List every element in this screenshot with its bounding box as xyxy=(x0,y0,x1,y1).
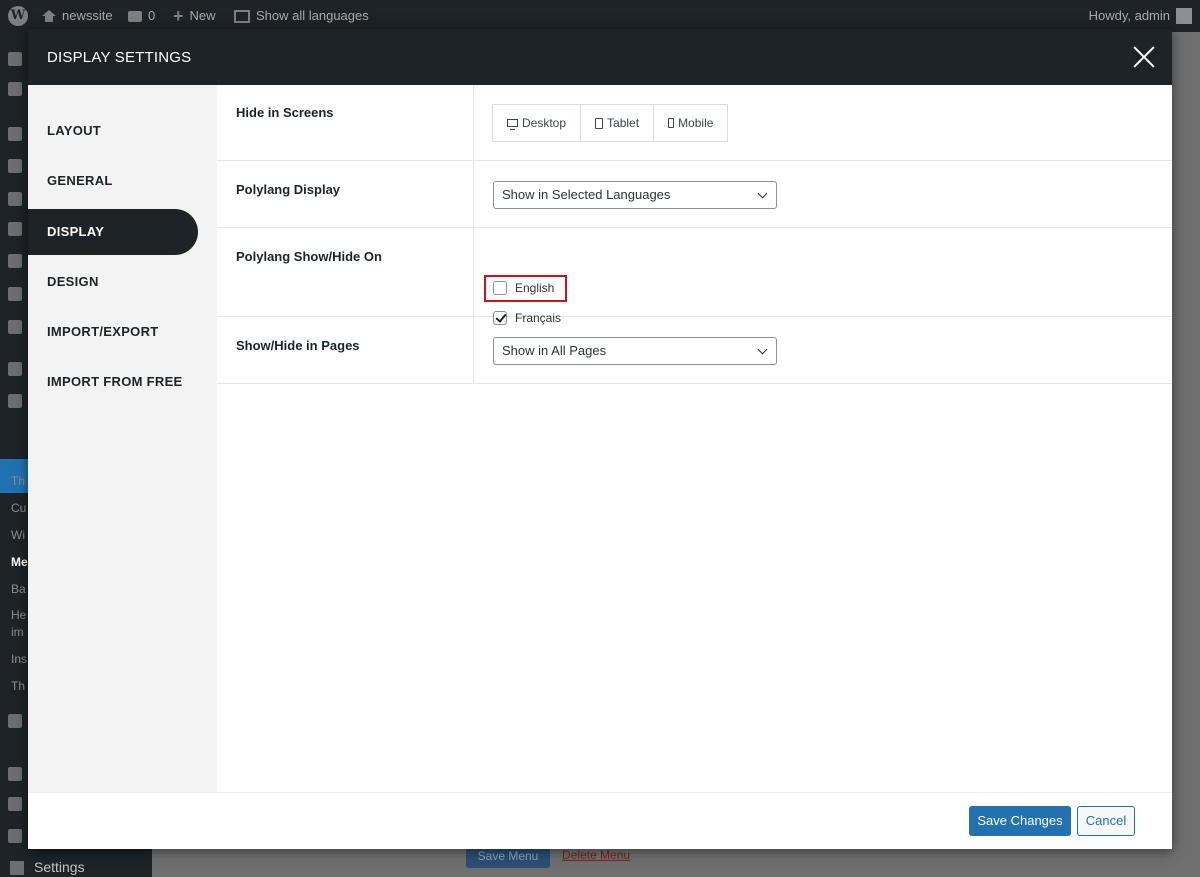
account-menu[interactable]: Howdy, admin xyxy=(1089,0,1192,32)
new-content-link[interactable]: + New xyxy=(173,0,216,32)
modal-sidebar-nav: LAYOUT GENERAL DISPLAY DESIGN IMPORT/EXP… xyxy=(28,85,217,792)
sidebar-item-settings[interactable]: Settings xyxy=(34,859,85,875)
modal-header: DISPLAY SETTINGS xyxy=(28,29,1172,85)
polylang-show-hide-label: Polylang Show/Hide On xyxy=(236,249,382,264)
sidebar-item-install[interactable]: Ins xyxy=(11,652,27,666)
translation-icon xyxy=(234,9,250,23)
chevron-down-icon xyxy=(757,188,768,199)
media-icon[interactable] xyxy=(8,222,22,236)
grid-icon[interactable] xyxy=(8,192,22,206)
desktop-icon xyxy=(507,119,518,130)
comments-link[interactable]: 0 xyxy=(128,0,155,32)
sidebar-item-themes[interactable]: Th xyxy=(11,474,25,488)
show-hide-pages-select[interactable]: Show in All Pages xyxy=(493,337,777,365)
hide-in-screens-row: Hide in Screens Desktop Tablet Mobile xyxy=(217,85,1172,161)
forms-icon[interactable] xyxy=(8,320,22,334)
wordpress-logo-icon[interactable]: W xyxy=(8,0,28,32)
mobile-icon xyxy=(668,118,675,128)
modal-footer: Save Changes Cancel xyxy=(28,792,1172,849)
users-icon[interactable] xyxy=(8,797,22,811)
show-hide-pages-row: Show/Hide in Pages Show in All Pages xyxy=(217,317,1172,384)
polylang-show-hide-row: Polylang Show/Hide On xyxy=(217,228,1172,317)
tab-import-from-free[interactable]: IMPORT FROM FREE xyxy=(28,359,198,405)
globe-icon[interactable] xyxy=(8,362,22,376)
home-icon xyxy=(42,10,56,22)
comment-bubble-icon xyxy=(128,10,142,22)
tab-layout[interactable]: LAYOUT xyxy=(28,108,198,154)
wrench-icon[interactable] xyxy=(8,829,22,843)
polylang-display-label: Polylang Display xyxy=(236,182,341,197)
tab-display[interactable]: DISPLAY xyxy=(28,209,198,255)
settings-icon[interactable] xyxy=(10,861,24,875)
close-icon[interactable] xyxy=(1130,43,1158,71)
tablet-toggle-button[interactable]: Tablet xyxy=(581,105,655,141)
show-hide-pages-label: Show/Hide in Pages xyxy=(236,338,360,353)
grid-icon[interactable] xyxy=(8,159,22,173)
sidebar-item-background[interactable]: Ba xyxy=(11,582,26,596)
polylang-display-select[interactable]: Show in Selected Languages xyxy=(493,181,777,209)
site-name-link[interactable]: newssite xyxy=(42,0,113,32)
languages-link[interactable]: Show all languages xyxy=(234,0,369,32)
comments-icon[interactable] xyxy=(8,287,22,301)
modal-title: DISPLAY SETTINGS xyxy=(47,49,192,66)
sidebar-item-header-image[interactable]: im xyxy=(11,625,24,639)
sidebar-item-theme-editor[interactable]: Th xyxy=(11,679,25,693)
sidebar-item-menus[interactable]: Me xyxy=(11,555,28,569)
admin-bar: W newssite 0 + New Show all languages Ho… xyxy=(0,0,1200,32)
cancel-button[interactable]: Cancel xyxy=(1077,806,1135,836)
plugin-icon[interactable] xyxy=(8,714,22,728)
highlight-box xyxy=(484,275,567,302)
save-changes-button[interactable]: Save Changes xyxy=(969,806,1071,836)
hide-in-screens-label: Hide in Screens xyxy=(236,105,334,120)
gear-icon[interactable] xyxy=(8,82,22,96)
dashboard-icon[interactable] xyxy=(8,52,22,66)
display-settings-modal: DISPLAY SETTINGS LAYOUT GENERAL DISPLAY … xyxy=(28,29,1172,849)
brush-icon[interactable] xyxy=(8,767,22,781)
settings-content: Hide in Screens Desktop Tablet Mobile Po… xyxy=(217,85,1172,792)
tab-general[interactable]: GENERAL xyxy=(28,158,198,204)
plus-icon: + xyxy=(173,6,184,26)
screen-toggle-group: Desktop Tablet Mobile xyxy=(492,104,729,142)
sidebar-item-widgets[interactable]: Wi xyxy=(11,528,25,542)
folder-icon[interactable] xyxy=(8,394,22,408)
pin-icon[interactable] xyxy=(8,127,22,141)
tab-import-export[interactable]: IMPORT/EXPORT xyxy=(28,309,198,355)
polylang-display-row: Polylang Display Show in Selected Langua… xyxy=(217,161,1172,228)
sidebar-item-header[interactable]: He xyxy=(11,608,26,622)
delete-menu-link[interactable]: Delete Menu xyxy=(562,848,630,862)
mobile-toggle-button[interactable]: Mobile xyxy=(654,105,727,141)
tab-design[interactable]: DESIGN xyxy=(28,259,198,305)
chevron-down-icon xyxy=(757,344,768,355)
tablet-icon xyxy=(595,117,604,129)
sidebar-item-customize[interactable]: Cu xyxy=(11,501,26,515)
pages-icon[interactable] xyxy=(8,254,22,268)
desktop-toggle-button[interactable]: Desktop xyxy=(493,105,582,141)
avatar xyxy=(1176,8,1192,24)
